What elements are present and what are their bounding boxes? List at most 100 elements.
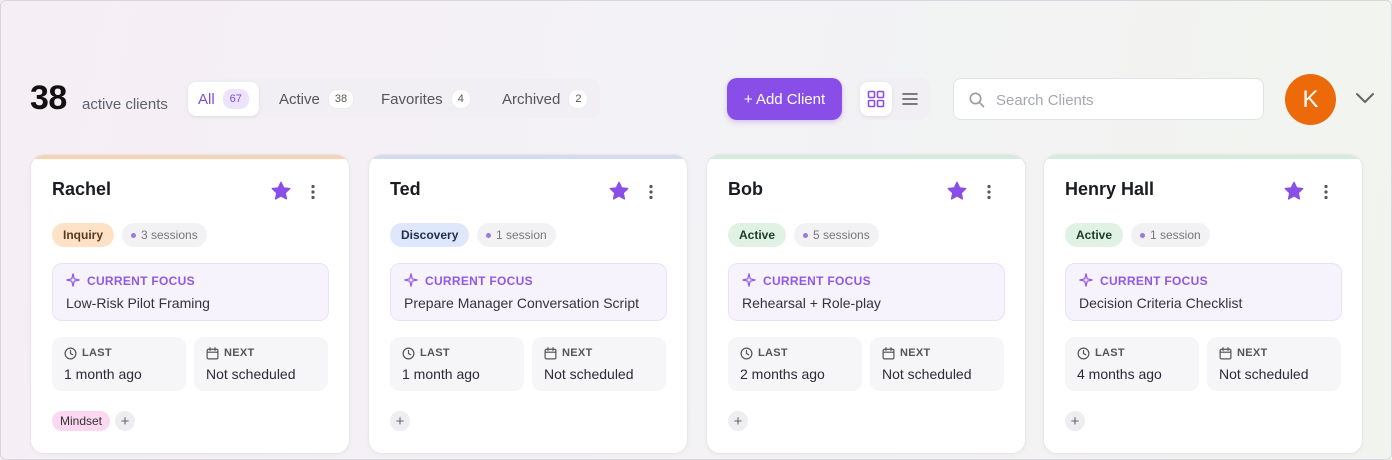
session-count-text: 1 session xyxy=(496,228,547,242)
view-toggle xyxy=(856,78,930,120)
clock-icon xyxy=(64,347,77,360)
tab-count-badge: 4 xyxy=(450,89,471,109)
add-client-button[interactable]: + Add Client xyxy=(727,78,842,120)
tab-label: Active xyxy=(279,90,320,108)
status-badge: Inquiry xyxy=(52,223,115,247)
next-session-value: Not scheduled xyxy=(1219,366,1309,382)
add-tag-button[interactable]: + xyxy=(728,411,748,431)
status-badge: Active xyxy=(1065,223,1124,247)
current-focus-text: Low-Risk Pilot Framing xyxy=(66,295,210,311)
favorite-star-icon[interactable] xyxy=(608,180,630,202)
more-vertical-icon xyxy=(1324,184,1328,200)
grid-view-button[interactable] xyxy=(860,82,892,116)
client-card[interactable]: Bob Active 5 sessions CURRENT FOCUS Rehe… xyxy=(706,154,1026,454)
more-options-button[interactable] xyxy=(979,181,999,203)
client-name: Bob xyxy=(728,179,763,199)
current-focus-text: Prepare Manager Conversation Script xyxy=(404,295,640,311)
sparkle-icon xyxy=(404,273,418,287)
more-vertical-icon xyxy=(649,184,653,200)
tab-archived[interactable]: Archived 2 xyxy=(492,82,598,116)
client-name: Henry Hall xyxy=(1065,179,1155,199)
more-options-button[interactable] xyxy=(1316,181,1336,203)
session-count-text: 1 session xyxy=(1150,228,1201,242)
next-session-box: NEXT Not scheduled xyxy=(532,337,666,391)
more-options-button[interactable] xyxy=(303,181,323,203)
card-top-accent xyxy=(31,155,349,159)
next-session-value: Not scheduled xyxy=(544,366,634,382)
client-name: Rachel xyxy=(52,179,112,199)
clock-icon xyxy=(740,347,753,360)
card-top-accent xyxy=(1044,155,1362,159)
bullet-dot-icon xyxy=(486,232,491,238)
sparkle-icon xyxy=(1079,273,1093,287)
favorite-star-icon[interactable] xyxy=(946,180,968,202)
next-session-value: Not scheduled xyxy=(882,366,972,382)
client-tag[interactable]: Mindset xyxy=(52,411,111,431)
last-session-box: LAST 1 month ago xyxy=(52,337,186,391)
session-count-text: 5 sessions xyxy=(813,228,870,242)
more-vertical-icon xyxy=(311,184,315,200)
current-focus-text: Rehearsal + Role-play xyxy=(742,295,881,311)
add-tag-button[interactable]: + xyxy=(115,411,135,431)
chevron-down-icon[interactable] xyxy=(1354,90,1376,106)
tab-count-badge: 2 xyxy=(568,89,589,109)
next-session-box: NEXT Not scheduled xyxy=(870,337,1004,391)
user-avatar[interactable]: K xyxy=(1285,74,1336,125)
status-badge: Active xyxy=(728,223,787,247)
client-card[interactable]: Ted Discovery 1 session CURRENT FOCUS Pr… xyxy=(368,154,688,454)
grid-icon xyxy=(867,90,885,108)
last-label: LAST xyxy=(420,347,450,359)
last-session-box: LAST 1 month ago xyxy=(390,337,524,391)
calendar-icon xyxy=(882,347,895,360)
add-tag-button[interactable]: + xyxy=(390,411,410,431)
calendar-icon xyxy=(1219,347,1232,360)
page-header: 38 active clients All 67 Active 38 Favor… xyxy=(0,70,1392,128)
bullet-dot-icon xyxy=(1140,232,1145,238)
session-count-badge: 3 sessions xyxy=(122,223,207,247)
tab-label: Favorites xyxy=(381,90,443,108)
client-card[interactable]: Henry Hall Active 1 session CURRENT FOCU… xyxy=(1043,154,1363,454)
clock-icon xyxy=(1077,347,1090,360)
tab-label: All xyxy=(198,90,215,108)
session-count-text: 3 sessions xyxy=(141,228,198,242)
more-vertical-icon xyxy=(987,184,991,200)
favorite-star-icon[interactable] xyxy=(1283,180,1305,202)
card-top-accent xyxy=(369,155,687,159)
calendar-icon xyxy=(544,347,557,360)
sparkle-icon xyxy=(742,273,756,287)
tab-count-badge: 67 xyxy=(222,89,249,109)
tab-favorites[interactable]: Favorites 4 xyxy=(371,82,481,116)
next-label: NEXT xyxy=(224,347,255,359)
sparkle-icon xyxy=(66,273,80,287)
last-session-value: 1 month ago xyxy=(64,366,142,382)
client-count-label: active clients xyxy=(82,96,168,113)
search-box xyxy=(953,78,1264,120)
tab-active[interactable]: Active 38 xyxy=(269,82,364,116)
current-focus-box: CURRENT FOCUS Low-Risk Pilot Framing xyxy=(52,263,329,321)
list-icon xyxy=(902,93,918,105)
bullet-dot-icon xyxy=(131,232,136,238)
favorite-star-icon[interactable] xyxy=(270,180,292,202)
current-focus-label: CURRENT FOCUS xyxy=(425,274,533,288)
add-tag-button[interactable]: + xyxy=(1065,411,1085,431)
search-input[interactable] xyxy=(996,89,1251,111)
current-focus-box: CURRENT FOCUS Prepare Manager Conversati… xyxy=(390,263,667,321)
last-session-box: LAST 2 months ago xyxy=(728,337,862,391)
current-focus-text: Decision Criteria Checklist xyxy=(1079,295,1243,311)
list-view-button[interactable] xyxy=(894,82,926,116)
tab-all[interactable]: All 67 xyxy=(188,82,259,116)
current-focus-label: CURRENT FOCUS xyxy=(87,274,195,288)
current-focus-label: CURRENT FOCUS xyxy=(763,274,871,288)
client-card[interactable]: Rachel Inquiry 3 sessions CURRENT FOCUS … xyxy=(30,154,350,454)
next-label: NEXT xyxy=(1237,347,1268,359)
more-options-button[interactable] xyxy=(641,181,661,203)
last-label: LAST xyxy=(1095,347,1125,359)
client-name: Ted xyxy=(390,179,421,199)
client-count: 38 xyxy=(30,79,67,117)
current-focus-label: CURRENT FOCUS xyxy=(1100,274,1208,288)
session-count-badge: 5 sessions xyxy=(794,223,879,247)
next-session-value: Not scheduled xyxy=(206,366,296,382)
current-focus-box: CURRENT FOCUS Decision Criteria Checklis… xyxy=(1065,263,1342,321)
next-session-box: NEXT Not scheduled xyxy=(1207,337,1341,391)
bullet-dot-icon xyxy=(803,232,808,238)
